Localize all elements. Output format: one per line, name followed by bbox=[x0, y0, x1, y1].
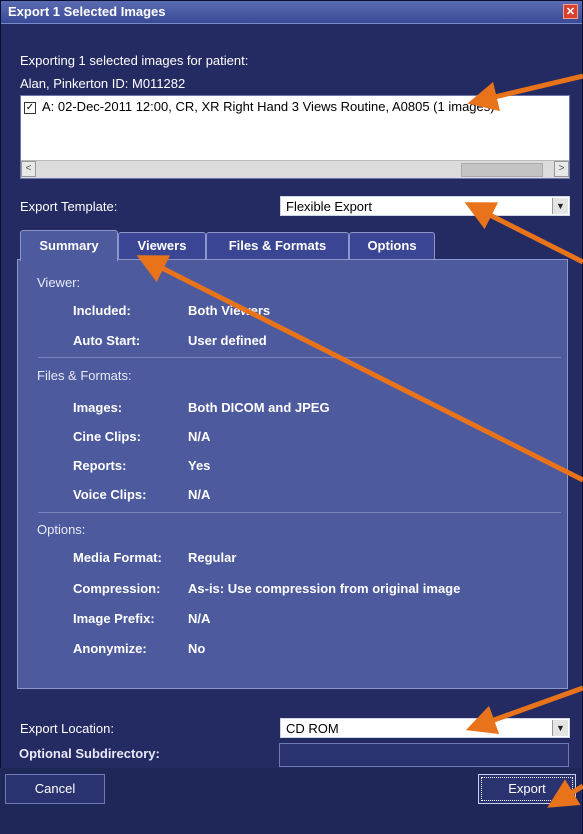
anonymize-label: Anonymize: bbox=[73, 641, 147, 656]
tab-files-formats[interactable]: Files & Formats bbox=[206, 232, 349, 259]
auto-start-value: User defined bbox=[188, 333, 267, 348]
scroll-right-icon[interactable]: > bbox=[554, 161, 569, 177]
title-bar[interactable]: Export 1 Selected Images ✕ bbox=[1, 1, 582, 24]
export-button[interactable]: Export bbox=[478, 774, 576, 804]
image-prefix-label: Image Prefix: bbox=[73, 611, 155, 626]
export-template-select[interactable]: Flexible Export ▼ bbox=[280, 196, 570, 216]
exporting-text: Exporting 1 selected images for patient: bbox=[20, 53, 249, 68]
patient-line: Alan, Pinkerton ID: M011282 bbox=[20, 76, 186, 91]
export-template-label: Export Template: bbox=[20, 199, 118, 214]
tab-viewers[interactable]: Viewers bbox=[118, 232, 206, 259]
export-location-select[interactable]: CD ROM ▼ bbox=[280, 718, 570, 738]
images-value: Both DICOM and JPEG bbox=[188, 400, 330, 415]
close-icon[interactable]: ✕ bbox=[563, 4, 578, 19]
media-format-value: Regular bbox=[188, 550, 237, 565]
cancel-button[interactable]: Cancel bbox=[5, 774, 105, 804]
study-list-item[interactable]: ✓ A: 02-Dec-2011 12:00, CR, XR Right Hand… bbox=[24, 99, 495, 114]
export-template-value: Flexible Export bbox=[286, 199, 372, 214]
checkbox-checked-icon[interactable]: ✓ bbox=[24, 102, 36, 114]
voice-clips-value: N/A bbox=[188, 487, 211, 502]
included-label: Included: bbox=[73, 303, 131, 318]
export-location-label: Export Location: bbox=[20, 721, 114, 736]
reports-label: Reports: bbox=[73, 458, 127, 473]
files-formats-heading: Files & Formats: bbox=[37, 368, 132, 383]
images-label: Images: bbox=[73, 400, 123, 415]
button-bar: Cancel Export bbox=[0, 768, 581, 834]
included-value: Both Viewers bbox=[188, 303, 271, 318]
scroll-thumb[interactable] bbox=[461, 163, 543, 177]
options-heading: Options: bbox=[37, 522, 86, 537]
cine-clips-value: N/A bbox=[188, 429, 211, 444]
chevron-down-icon[interactable]: ▼ bbox=[552, 198, 568, 214]
divider bbox=[38, 357, 561, 358]
horizontal-scrollbar[interactable]: < > bbox=[21, 160, 569, 178]
export-dialog: Export 1 Selected Images ✕ Exporting 1 s… bbox=[0, 0, 583, 834]
compression-value: As-is: Use compression from original ima… bbox=[188, 581, 461, 596]
compression-label: Compression: bbox=[73, 581, 161, 596]
tab-summary[interactable]: Summary bbox=[20, 230, 118, 261]
study-listbox[interactable]: ✓ A: 02-Dec-2011 12:00, CR, XR Right Hand… bbox=[20, 95, 570, 179]
media-format-label: Media Format: bbox=[73, 550, 162, 565]
optional-subdirectory-input[interactable] bbox=[279, 743, 569, 767]
image-prefix-value: N/A bbox=[188, 611, 211, 626]
tab-options[interactable]: Options bbox=[349, 232, 435, 259]
reports-value: Yes bbox=[188, 458, 211, 473]
dialog-title: Export 1 Selected Images bbox=[8, 4, 166, 19]
summary-panel: Viewer: Included: Both Viewers Auto Star… bbox=[17, 259, 568, 689]
divider bbox=[38, 512, 561, 513]
optional-subdirectory-label: Optional Subdirectory: bbox=[19, 746, 160, 761]
chevron-down-icon[interactable]: ▼ bbox=[552, 720, 568, 736]
study-item-text: A: 02-Dec-2011 12:00, CR, XR Right Hand … bbox=[42, 99, 495, 114]
viewer-heading: Viewer: bbox=[37, 275, 81, 290]
cine-clips-label: Cine Clips: bbox=[73, 429, 141, 444]
voice-clips-label: Voice Clips: bbox=[73, 487, 147, 502]
export-location-value: CD ROM bbox=[286, 721, 339, 736]
anonymize-value: No bbox=[188, 641, 206, 656]
scroll-left-icon[interactable]: < bbox=[21, 161, 36, 177]
auto-start-label: Auto Start: bbox=[73, 333, 141, 348]
